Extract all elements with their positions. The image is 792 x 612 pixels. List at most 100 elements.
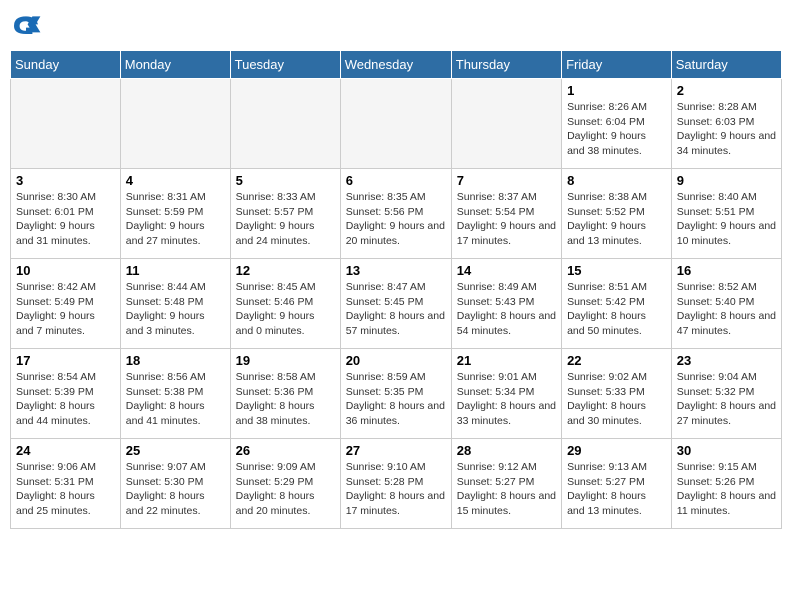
day-info: Sunrise: 8:56 AM Sunset: 5:38 PM Dayligh…	[126, 370, 225, 429]
calendar-day-cell: 8 Sunrise: 8:38 AM Sunset: 5:52 PM Daylig…	[562, 169, 672, 259]
page-header	[10, 10, 782, 42]
day-number: 18	[126, 353, 225, 368]
day-number: 4	[126, 173, 225, 188]
calendar-header-cell: Thursday	[451, 51, 561, 79]
calendar-day-cell: 7 Sunrise: 8:37 AM Sunset: 5:54 PM Daylig…	[451, 169, 561, 259]
day-number: 7	[457, 173, 556, 188]
day-info: Sunrise: 8:44 AM Sunset: 5:48 PM Dayligh…	[126, 280, 225, 339]
day-info: Sunrise: 8:33 AM Sunset: 5:57 PM Dayligh…	[236, 190, 335, 249]
day-number: 2	[677, 83, 776, 98]
calendar-day-cell: 27 Sunrise: 9:10 AM Sunset: 5:28 PM Dayli…	[340, 439, 451, 529]
day-number: 25	[126, 443, 225, 458]
calendar-table: SundayMondayTuesdayWednesdayThursdayFrid…	[10, 50, 782, 529]
calendar-day-cell: 16 Sunrise: 8:52 AM Sunset: 5:40 PM Dayli…	[671, 259, 781, 349]
day-info: Sunrise: 9:01 AM Sunset: 5:34 PM Dayligh…	[457, 370, 556, 429]
day-info: Sunrise: 9:02 AM Sunset: 5:33 PM Dayligh…	[567, 370, 666, 429]
day-info: Sunrise: 8:47 AM Sunset: 5:45 PM Dayligh…	[346, 280, 446, 339]
day-number: 14	[457, 263, 556, 278]
calendar-day-cell: 6 Sunrise: 8:35 AM Sunset: 5:56 PM Daylig…	[340, 169, 451, 259]
calendar-day-cell	[340, 79, 451, 169]
calendar-day-cell: 17 Sunrise: 8:54 AM Sunset: 5:39 PM Dayli…	[11, 349, 121, 439]
calendar-header-cell: Friday	[562, 51, 672, 79]
calendar-day-cell: 18 Sunrise: 8:56 AM Sunset: 5:38 PM Dayli…	[120, 349, 230, 439]
day-number: 21	[457, 353, 556, 368]
calendar-body: 1 Sunrise: 8:26 AM Sunset: 6:04 PM Daylig…	[11, 79, 782, 529]
calendar-day-cell: 29 Sunrise: 9:13 AM Sunset: 5:27 PM Dayli…	[562, 439, 672, 529]
day-number: 17	[16, 353, 115, 368]
day-number: 22	[567, 353, 666, 368]
day-number: 29	[567, 443, 666, 458]
calendar-header-row: SundayMondayTuesdayWednesdayThursdayFrid…	[11, 51, 782, 79]
day-number: 5	[236, 173, 335, 188]
day-info: Sunrise: 8:52 AM Sunset: 5:40 PM Dayligh…	[677, 280, 776, 339]
day-number: 24	[16, 443, 115, 458]
day-info: Sunrise: 8:37 AM Sunset: 5:54 PM Dayligh…	[457, 190, 556, 249]
calendar-week-row: 3 Sunrise: 8:30 AM Sunset: 6:01 PM Daylig…	[11, 169, 782, 259]
day-info: Sunrise: 8:49 AM Sunset: 5:43 PM Dayligh…	[457, 280, 556, 339]
day-number: 15	[567, 263, 666, 278]
day-number: 30	[677, 443, 776, 458]
calendar-header-cell: Saturday	[671, 51, 781, 79]
calendar-day-cell: 23 Sunrise: 9:04 AM Sunset: 5:32 PM Dayli…	[671, 349, 781, 439]
day-number: 28	[457, 443, 556, 458]
day-number: 6	[346, 173, 446, 188]
calendar-day-cell	[451, 79, 561, 169]
calendar-day-cell: 15Sunrise: 8:51 AM Sunset: 5:42 PM Dayli…	[562, 259, 672, 349]
calendar-day-cell: 24 Sunrise: 9:06 AM Sunset: 5:31 PM Dayli…	[11, 439, 121, 529]
day-info: Sunrise: 8:38 AM Sunset: 5:52 PM Dayligh…	[567, 190, 666, 249]
day-number: 8	[567, 173, 666, 188]
day-info: Sunrise: 8:35 AM Sunset: 5:56 PM Dayligh…	[346, 190, 446, 249]
day-number: 13	[346, 263, 446, 278]
day-info: Sunrise: 8:40 AM Sunset: 5:51 PM Dayligh…	[677, 190, 776, 249]
day-number: 1	[567, 83, 666, 98]
calendar-week-row: 1 Sunrise: 8:26 AM Sunset: 6:04 PM Daylig…	[11, 79, 782, 169]
calendar-day-cell: 2 Sunrise: 8:28 AM Sunset: 6:03 PM Daylig…	[671, 79, 781, 169]
day-number: 10	[16, 263, 115, 278]
calendar-day-cell: 30 Sunrise: 9:15 AM Sunset: 5:26 PM Dayli…	[671, 439, 781, 529]
calendar-day-cell: 22 Sunrise: 9:02 AM Sunset: 5:33 PM Dayli…	[562, 349, 672, 439]
calendar-day-cell: 19 Sunrise: 8:58 AM Sunset: 5:36 PM Dayli…	[230, 349, 340, 439]
calendar-header-cell: Sunday	[11, 51, 121, 79]
day-info: Sunrise: 8:30 AM Sunset: 6:01 PM Dayligh…	[16, 190, 115, 249]
day-info: Sunrise: 8:26 AM Sunset: 6:04 PM Dayligh…	[567, 100, 666, 159]
calendar-day-cell: 14 Sunrise: 8:49 AM Sunset: 5:43 PM Dayli…	[451, 259, 561, 349]
day-info: Sunrise: 9:13 AM Sunset: 5:27 PM Dayligh…	[567, 460, 666, 519]
calendar-day-cell: 12 Sunrise: 8:45 AM Sunset: 5:46 PM Dayli…	[230, 259, 340, 349]
day-info: Sunrise: 9:04 AM Sunset: 5:32 PM Dayligh…	[677, 370, 776, 429]
calendar-day-cell: 5 Sunrise: 8:33 AM Sunset: 5:57 PM Daylig…	[230, 169, 340, 259]
calendar-day-cell: 4 Sunrise: 8:31 AM Sunset: 5:59 PM Daylig…	[120, 169, 230, 259]
day-info: Sunrise: 9:10 AM Sunset: 5:28 PM Dayligh…	[346, 460, 446, 519]
day-info: Sunrise: 8:28 AM Sunset: 6:03 PM Dayligh…	[677, 100, 776, 159]
day-info: Sunrise: 9:07 AM Sunset: 5:30 PM Dayligh…	[126, 460, 225, 519]
day-number: 9	[677, 173, 776, 188]
day-number: 27	[346, 443, 446, 458]
day-number: 11	[126, 263, 225, 278]
day-info: Sunrise: 9:15 AM Sunset: 5:26 PM Dayligh…	[677, 460, 776, 519]
day-number: 3	[16, 173, 115, 188]
calendar-week-row: 17 Sunrise: 8:54 AM Sunset: 5:39 PM Dayli…	[11, 349, 782, 439]
calendar-day-cell: 1 Sunrise: 8:26 AM Sunset: 6:04 PM Daylig…	[562, 79, 672, 169]
calendar-week-row: 10Sunrise: 8:42 AM Sunset: 5:49 PM Dayli…	[11, 259, 782, 349]
day-info: Sunrise: 8:54 AM Sunset: 5:39 PM Dayligh…	[16, 370, 115, 429]
calendar-header-cell: Tuesday	[230, 51, 340, 79]
day-number: 26	[236, 443, 335, 458]
logo-icon	[10, 10, 42, 42]
day-number: 16	[677, 263, 776, 278]
day-number: 23	[677, 353, 776, 368]
calendar-day-cell: 9 Sunrise: 8:40 AM Sunset: 5:51 PM Daylig…	[671, 169, 781, 259]
calendar-day-cell: 28 Sunrise: 9:12 AM Sunset: 5:27 PM Dayli…	[451, 439, 561, 529]
day-number: 19	[236, 353, 335, 368]
calendar-day-cell	[230, 79, 340, 169]
day-info: Sunrise: 8:31 AM Sunset: 5:59 PM Dayligh…	[126, 190, 225, 249]
day-info: Sunrise: 9:06 AM Sunset: 5:31 PM Dayligh…	[16, 460, 115, 519]
day-number: 12	[236, 263, 335, 278]
day-info: Sunrise: 8:58 AM Sunset: 5:36 PM Dayligh…	[236, 370, 335, 429]
calendar-day-cell: 11 Sunrise: 8:44 AM Sunset: 5:48 PM Dayli…	[120, 259, 230, 349]
calendar-day-cell: 3 Sunrise: 8:30 AM Sunset: 6:01 PM Daylig…	[11, 169, 121, 259]
day-info: Sunrise: 9:09 AM Sunset: 5:29 PM Dayligh…	[236, 460, 335, 519]
day-info: Sunrise: 8:59 AM Sunset: 5:35 PM Dayligh…	[346, 370, 446, 429]
day-info: Sunrise: 8:45 AM Sunset: 5:46 PM Dayligh…	[236, 280, 335, 339]
calendar-header-cell: Wednesday	[340, 51, 451, 79]
calendar-day-cell	[120, 79, 230, 169]
day-info: Sunrise: 9:12 AM Sunset: 5:27 PM Dayligh…	[457, 460, 556, 519]
